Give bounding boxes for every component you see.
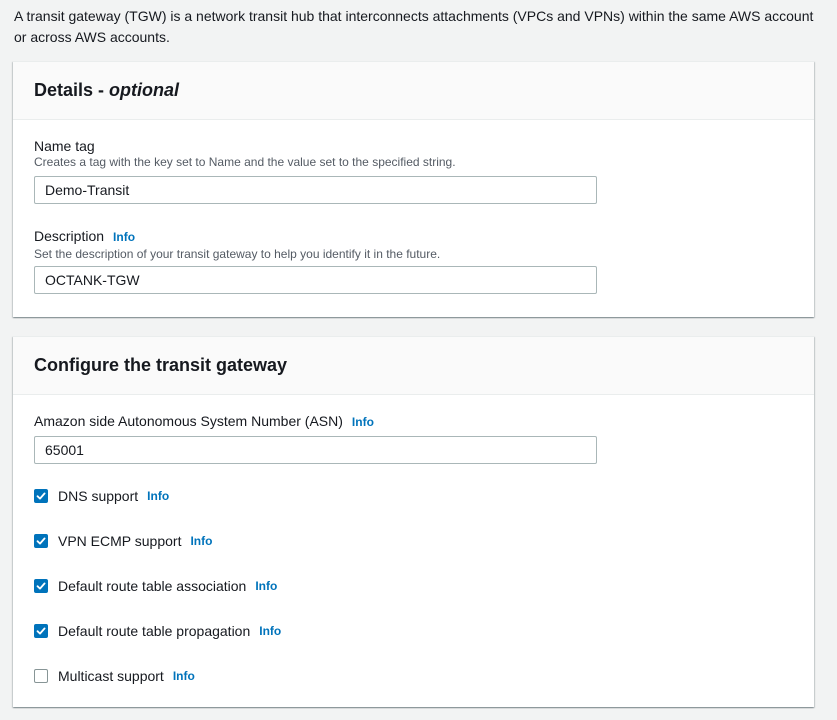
details-panel: Details - optional Name tag Creates a ta… xyxy=(13,61,814,317)
configure-title: Configure the transit gateway xyxy=(34,355,288,375)
vpn-ecmp-label: VPN ECMP support xyxy=(58,533,182,549)
route-association-info-link[interactable]: Info xyxy=(255,579,277,593)
dns-support-info-link[interactable]: Info xyxy=(147,489,169,503)
route-association-option[interactable]: Default route table association Info xyxy=(34,576,277,596)
multicast-info-link[interactable]: Info xyxy=(173,669,195,683)
checkmark-icon xyxy=(36,492,46,500)
asn-info-link[interactable]: Info xyxy=(352,415,374,429)
dns-support-label: DNS support xyxy=(58,488,139,504)
route-association-checkbox[interactable] xyxy=(34,579,48,593)
route-association-label: Default route table association xyxy=(58,578,247,594)
name-tag-description: Creates a tag with the key set to Name a… xyxy=(34,155,456,169)
name-tag-input[interactable] xyxy=(34,176,597,204)
description-help-text: Set the description of your transit gate… xyxy=(34,247,441,261)
description-input[interactable] xyxy=(34,266,597,294)
route-propagation-label: Default route table propagation xyxy=(58,623,251,639)
details-title-optional: optional xyxy=(109,80,180,100)
details-title: Details - xyxy=(34,80,105,100)
intro-text: A transit gateway (TGW) is a network tra… xyxy=(14,8,814,45)
name-tag-label: Name tag xyxy=(34,138,95,154)
dns-support-option[interactable]: DNS support Info xyxy=(34,486,169,506)
route-propagation-info-link[interactable]: Info xyxy=(259,624,281,638)
configure-panel-header: Configure the transit gateway xyxy=(13,337,814,395)
route-propagation-option[interactable]: Default route table propagation Info xyxy=(34,621,281,641)
asn-label: Amazon side Autonomous System Number (AS… xyxy=(34,413,343,429)
details-panel-header: Details - optional xyxy=(13,62,814,120)
multicast-checkbox[interactable] xyxy=(34,669,48,683)
vpn-ecmp-option[interactable]: VPN ECMP support Info xyxy=(34,531,212,551)
vpn-ecmp-checkbox[interactable] xyxy=(34,534,48,548)
description-info-link[interactable]: Info xyxy=(113,230,135,244)
multicast-option[interactable]: Multicast support Info xyxy=(34,666,195,686)
description-label: Description xyxy=(34,228,105,244)
checkmark-icon xyxy=(36,627,46,635)
route-propagation-checkbox[interactable] xyxy=(34,624,48,638)
multicast-label: Multicast support xyxy=(58,668,164,684)
asn-input[interactable] xyxy=(34,436,597,464)
checkmark-icon xyxy=(36,582,46,590)
dns-support-checkbox[interactable] xyxy=(34,489,48,503)
vpn-ecmp-info-link[interactable]: Info xyxy=(190,534,212,548)
checkmark-icon xyxy=(36,537,46,545)
configure-panel: Configure the transit gateway Amazon sid… xyxy=(13,336,814,707)
